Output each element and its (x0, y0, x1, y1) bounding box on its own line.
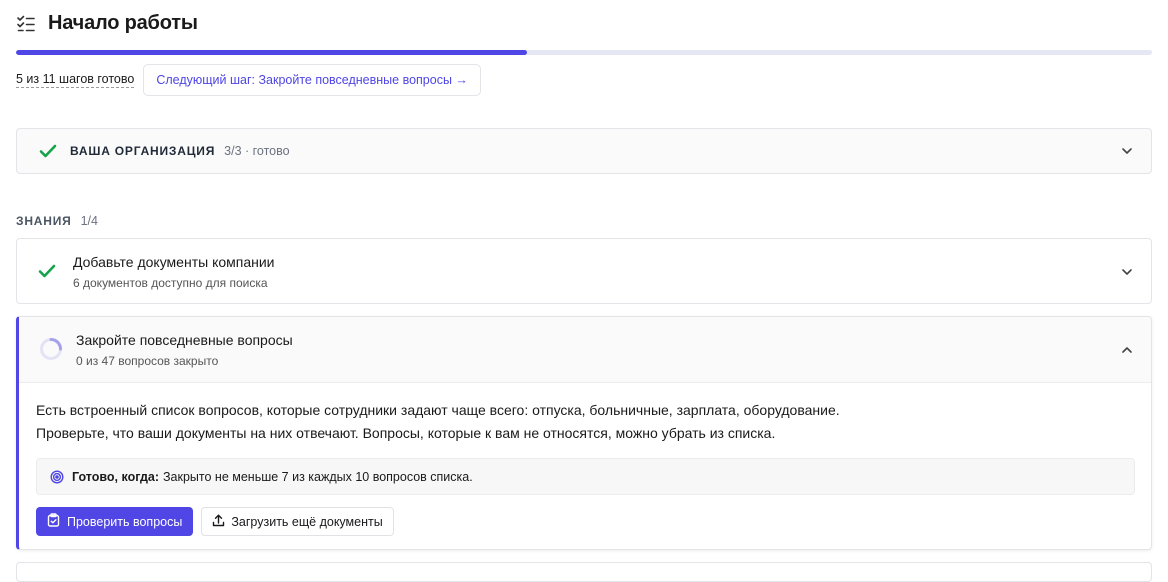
task-description-line1: Есть встроенный список вопросов, которые… (36, 402, 840, 418)
steps-done-text[interactable]: 5 из 11 шагов готово (16, 72, 135, 88)
next-task-card[interactable] (16, 562, 1152, 582)
chevron-up-icon[interactable] (1119, 342, 1135, 358)
task-body: Есть встроенный список вопросов, которые… (36, 399, 1136, 536)
progress-spinner-icon (39, 337, 63, 361)
next-step-button[interactable]: Следующий шаг: Закройте повседневные воп… (143, 64, 481, 96)
button-label: Проверить вопросы (67, 514, 183, 529)
group-knowledge-label: ЗНАНИЯ 1/4 (16, 214, 98, 228)
task-actions: Проверить вопросы Загрузить ещё документ… (36, 507, 1136, 536)
group-name: ЗНАНИЯ (16, 214, 72, 228)
section-organization[interactable]: ВАША ОРГАНИЗАЦИЯ 3/3 · готово (16, 128, 1152, 174)
task-description-line2: Проверьте, что ваши документы на них отв… (36, 425, 776, 441)
task-add-documents[interactable]: Добавьте документы компании 6 документов… (16, 238, 1152, 304)
done-criteria-label: Готово, когда: (72, 469, 159, 484)
clipboard-check-icon (47, 513, 60, 530)
done-criteria-box: Готово, когда: Закрыто не меньше 7 из ка… (36, 458, 1135, 495)
page-header: Начало работы (16, 12, 198, 35)
done-criteria-text: Закрыто не меньше 7 из каждых 10 вопросо… (163, 469, 473, 484)
status-row: 5 из 11 шагов готово Следующий шаг: Закр… (16, 64, 481, 96)
progress-fill (16, 50, 528, 55)
chevron-down-icon[interactable] (1119, 264, 1135, 280)
section-title: ВАША ОРГАНИЗАЦИЯ (70, 144, 216, 158)
section-meta: 3/3 · готово (224, 144, 290, 158)
check-questions-button[interactable]: Проверить вопросы (36, 507, 194, 536)
progress-bar (16, 50, 1152, 55)
task-title: Закройте повседневные вопросы (76, 332, 293, 348)
checklist-icon (16, 13, 38, 35)
task-subtitle: 0 из 47 вопросов закрыто (76, 354, 219, 368)
check-icon (38, 141, 58, 161)
check-icon (37, 261, 57, 281)
upload-icon (212, 514, 225, 530)
page-title: Начало работы (48, 12, 198, 34)
task-header[interactable]: Закройте повседневные вопросы 0 из 47 во… (19, 317, 1151, 383)
group-count: 1/4 (80, 214, 98, 228)
upload-more-documents-button[interactable]: Загрузить ещё документы (201, 507, 394, 536)
task-close-questions: Закройте повседневные вопросы 0 из 47 во… (16, 316, 1152, 550)
chevron-down-icon[interactable] (1119, 143, 1135, 159)
button-label: Загрузить ещё документы (231, 514, 383, 529)
target-icon (50, 469, 64, 484)
task-subtitle: 6 документов доступно для поиска (73, 276, 268, 290)
task-title: Добавьте документы компании (73, 254, 275, 270)
